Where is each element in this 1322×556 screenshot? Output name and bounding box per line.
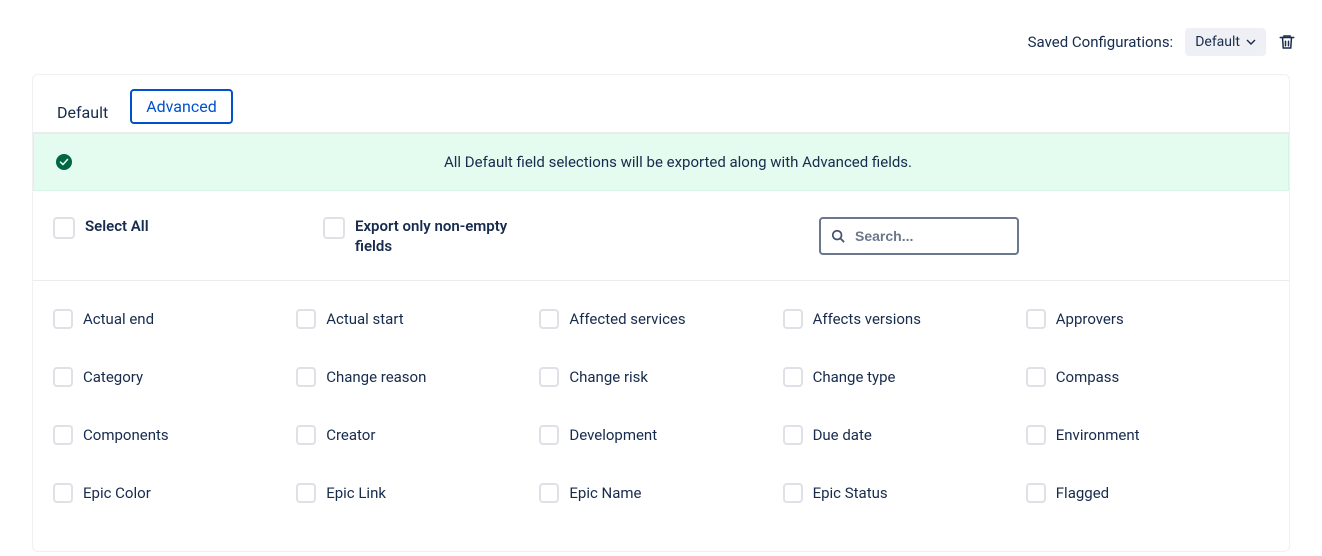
select-all-label: Select All — [85, 217, 149, 237]
field-item[interactable]: Components — [53, 425, 296, 445]
field-item[interactable]: Epic Status — [783, 483, 1026, 503]
field-item[interactable]: Change risk — [539, 367, 782, 387]
select-all-control[interactable]: Select All — [53, 217, 283, 239]
field-label: Environment — [1056, 426, 1140, 444]
export-non-empty-label: Export only non-empty fields — [355, 217, 535, 256]
field-label: Components — [83, 426, 169, 444]
field-checkbox[interactable] — [53, 483, 73, 503]
export-non-empty-checkbox[interactable] — [323, 217, 345, 239]
chevron-down-icon — [1246, 39, 1256, 45]
field-checkbox[interactable] — [783, 483, 803, 503]
saved-configurations-value: Default — [1195, 34, 1240, 50]
field-label: Category — [83, 368, 143, 386]
export-non-empty-control[interactable]: Export only non-empty fields — [323, 217, 603, 256]
field-item[interactable]: Affected services — [539, 309, 782, 329]
field-label: Creator — [326, 426, 375, 444]
delete-configuration-button[interactable] — [1278, 32, 1298, 52]
field-item[interactable]: Actual end — [53, 309, 296, 329]
select-all-checkbox[interactable] — [53, 217, 75, 239]
field-item[interactable]: Creator — [296, 425, 539, 445]
field-checkbox[interactable] — [539, 309, 559, 329]
field-label: Affected services — [569, 310, 685, 328]
field-checkbox[interactable] — [1026, 309, 1046, 329]
search-icon — [831, 228, 847, 244]
field-item[interactable]: Change reason — [296, 367, 539, 387]
field-label: Epic Status — [813, 484, 888, 502]
field-item[interactable]: Epic Name — [539, 483, 782, 503]
field-checkbox[interactable] — [1026, 425, 1046, 445]
field-label: Affects versions — [813, 310, 921, 328]
field-checkbox[interactable] — [53, 367, 73, 387]
tab-default[interactable]: Default — [49, 97, 116, 132]
field-label: Change reason — [326, 368, 426, 386]
field-checkbox[interactable] — [783, 425, 803, 445]
field-item[interactable]: Due date — [783, 425, 1026, 445]
field-checkbox[interactable] — [783, 367, 803, 387]
field-checkbox[interactable] — [539, 367, 559, 387]
field-checkbox[interactable] — [296, 425, 316, 445]
saved-configurations-select[interactable]: Default — [1185, 28, 1266, 56]
field-item[interactable]: Development — [539, 425, 782, 445]
saved-configurations-label: Saved Configurations: — [1028, 33, 1174, 51]
field-label: Epic Name — [569, 484, 641, 502]
field-item[interactable]: Approvers — [1026, 309, 1269, 329]
check-circle-icon — [54, 152, 74, 172]
field-label: Development — [569, 426, 657, 444]
configuration-card: Default Advanced All Default field selec… — [32, 74, 1290, 552]
field-label: Actual start — [326, 310, 404, 328]
field-label: Epic Link — [326, 484, 386, 502]
field-item[interactable]: Change type — [783, 367, 1026, 387]
banner-text: All Default field selections will be exp… — [88, 153, 1268, 171]
search-input[interactable] — [855, 228, 1007, 244]
field-row: Epic Color Epic Link Epic Name Epic Stat… — [53, 483, 1269, 503]
tab-advanced[interactable]: Advanced — [130, 89, 233, 124]
field-label: Flagged — [1056, 484, 1109, 502]
field-label: Actual end — [83, 310, 154, 328]
field-item[interactable]: Environment — [1026, 425, 1269, 445]
field-checkbox[interactable] — [1026, 483, 1046, 503]
field-item[interactable]: Category — [53, 367, 296, 387]
field-checkbox[interactable] — [539, 483, 559, 503]
info-banner: All Default field selections will be exp… — [33, 133, 1289, 191]
field-checkbox[interactable] — [539, 425, 559, 445]
field-label: Change risk — [569, 368, 648, 386]
field-label: Change type — [813, 368, 896, 386]
field-item[interactable]: Epic Link — [296, 483, 539, 503]
controls-row: Select All Export only non-empty fields — [33, 191, 1289, 281]
field-item[interactable]: Epic Color — [53, 483, 296, 503]
field-checkbox[interactable] — [783, 309, 803, 329]
field-label: Due date — [813, 426, 872, 444]
field-checkbox[interactable] — [1026, 367, 1046, 387]
field-checkbox[interactable] — [53, 425, 73, 445]
field-checkbox[interactable] — [296, 483, 316, 503]
field-checkbox[interactable] — [53, 309, 73, 329]
field-item[interactable]: Flagged — [1026, 483, 1269, 503]
search-box[interactable] — [819, 217, 1019, 255]
field-item[interactable]: Affects versions — [783, 309, 1026, 329]
fields-grid: Actual end Actual start Affected service… — [33, 281, 1289, 551]
field-row: Components Creator Development Due date … — [53, 425, 1269, 445]
field-item[interactable]: Compass — [1026, 367, 1269, 387]
field-row: Category Change reason Change risk Chang… — [53, 367, 1269, 387]
top-bar: Saved Configurations: Default — [0, 0, 1322, 74]
field-label: Epic Color — [83, 484, 151, 502]
field-checkbox[interactable] — [296, 309, 316, 329]
field-row: Actual end Actual start Affected service… — [53, 309, 1269, 329]
field-checkbox[interactable] — [296, 367, 316, 387]
tabs: Default Advanced — [33, 75, 1289, 133]
field-label: Approvers — [1056, 310, 1124, 328]
field-label: Compass — [1056, 368, 1120, 386]
field-item[interactable]: Actual start — [296, 309, 539, 329]
